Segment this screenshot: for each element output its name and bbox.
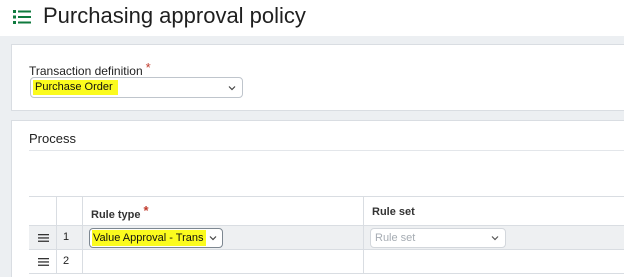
drag-handle-icon[interactable] xyxy=(38,258,49,266)
chevron-down-icon xyxy=(228,86,236,91)
section-divider xyxy=(29,150,624,151)
column-divider xyxy=(363,196,364,274)
transaction-definition-value: Purchase Order xyxy=(35,81,113,93)
rule-set-placeholder: Rule set xyxy=(375,232,416,244)
required-marker: * xyxy=(143,203,149,218)
required-marker: * xyxy=(145,60,151,75)
rule-type-value: Value Approval - Trans xyxy=(93,232,204,244)
table-row[interactable]: 1 Value Approval - Trans Rule set xyxy=(29,226,624,250)
column-header-rule-type: Rule type * xyxy=(91,203,149,221)
process-grid: Rule type * Rule set 1 Value Approval - T… xyxy=(29,196,624,277)
page-header: Purchasing approval policy xyxy=(0,0,624,36)
row-number: 1 xyxy=(63,231,70,243)
chevron-down-icon xyxy=(209,236,217,241)
process-section-title: Process xyxy=(29,131,76,146)
column-divider xyxy=(82,196,83,274)
row-number: 2 xyxy=(63,255,70,267)
transaction-card: Transaction definition * Purchase Order xyxy=(11,44,624,111)
transaction-definition-select[interactable]: Purchase Order xyxy=(30,77,243,98)
transaction-definition-label: Transaction definition * xyxy=(29,60,151,78)
column-header-rule-set: Rule set xyxy=(372,206,415,218)
page-title: Purchasing approval policy xyxy=(43,3,306,28)
chevron-down-icon xyxy=(491,236,499,241)
process-card: Process Rule type * Rule set 1 Value Appr… xyxy=(11,120,624,277)
table-row[interactable]: 2 xyxy=(29,250,624,274)
drag-handle-icon[interactable] xyxy=(38,234,49,242)
list-menu-icon[interactable] xyxy=(13,9,31,25)
grid-header-row: Rule type * Rule set xyxy=(29,196,624,226)
rule-set-select[interactable]: Rule set xyxy=(370,228,506,248)
column-divider xyxy=(56,196,57,274)
rule-type-select[interactable]: Value Approval - Trans xyxy=(89,228,223,248)
